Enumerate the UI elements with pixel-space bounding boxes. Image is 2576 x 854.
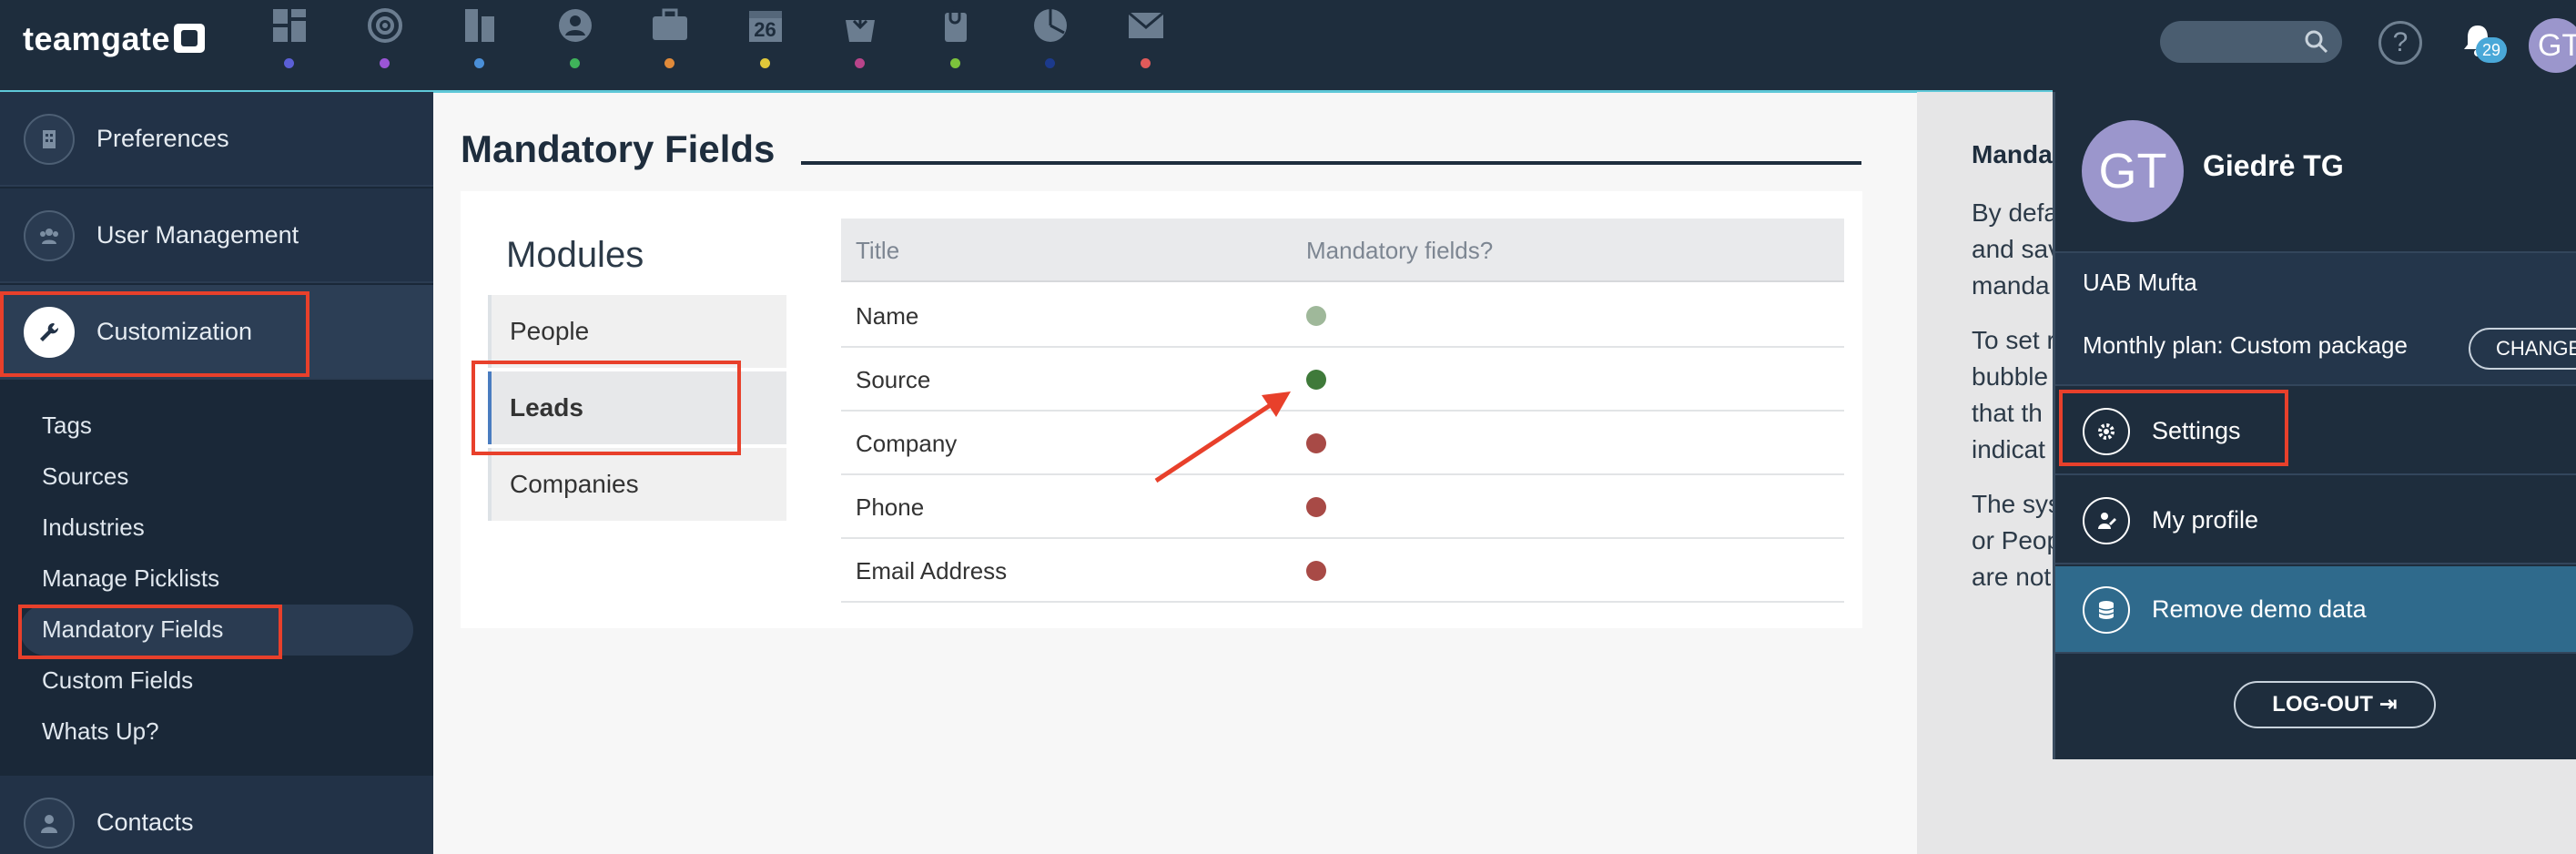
sidebar-item-preferences[interactable]: Preferences [0,92,433,187]
contacts-icon[interactable] [555,5,595,46]
info-title: Manda [1972,140,2053,168]
mandatory-toggle-dot[interactable] [1306,433,1326,453]
nav-indicator-dot [1045,58,1055,68]
nav-indicator-dot [569,58,580,68]
column-header-title: Title [856,237,900,264]
nav-indicator-dot [759,58,770,68]
sidebar-item-label: Contacts [96,808,194,836]
mandatory-toggle-dot[interactable] [1306,497,1326,517]
companies-icon[interactable] [460,5,500,46]
menu-item-label: Remove demo data [2152,595,2367,623]
menu-item-my-profile[interactable]: My profile [2055,477,2576,564]
sidebar-item-label: Preferences [96,125,229,152]
notification-count-badge: 29 [2476,37,2507,63]
table-row: Source [841,348,1844,412]
files-icon[interactable] [936,5,976,46]
email-icon[interactable] [1126,5,1166,46]
page-title: Mandatory Fields [461,127,776,170]
field-title: Company [856,430,958,457]
help-button[interactable]: ? [2378,21,2422,65]
title-underline [801,161,1861,165]
logout-button[interactable]: LOG-OUT ⇥ [2234,681,2436,728]
table-row: Company [841,412,1844,475]
dashboard-icon[interactable] [269,5,309,46]
sidebar-item-user-management[interactable]: User Management [0,188,433,283]
table-row: Email Address [841,539,1844,603]
nav-indicator-dot [949,58,960,68]
nav-indicator-dot [379,58,390,68]
fields-table-header: Title Mandatory fields? [841,219,1844,282]
plan-label: Monthly plan: Custom package [2083,331,2408,359]
highlight-mandatory-fields [18,605,282,659]
column-header-mandatory: Mandatory fields? [1306,237,1494,264]
nav-indicator-dot [474,58,484,68]
nav-indicator-dot [284,58,294,68]
mandatory-toggle-dot[interactable] [1306,561,1326,581]
subitem-custom-fields[interactable]: Custom Fields [42,666,193,695]
nav-indicator-dot [1140,58,1151,68]
field-title: Email Address [856,557,1008,585]
annotation-arrow [1154,391,1291,483]
company-name: UAB Mufta [2083,269,2197,296]
info-text-1: By defa and sav manda [1972,198,2062,300]
contact-icon [24,798,75,849]
subitem-industries[interactable]: Industries [42,513,145,542]
subitem-tags[interactable]: Tags [42,412,92,440]
mandatory-toggle-dot[interactable] [1306,306,1326,326]
logout-icon: ⇥ [2378,692,2398,717]
subitem-whats-up[interactable]: Whats Up? [42,717,159,746]
logo-badge-icon [174,24,206,53]
reports-icon[interactable] [1030,5,1070,46]
info-text-2: To set r bubble that th indicat [1972,326,2055,463]
table-row: Name [841,284,1844,348]
sidebar-item-contacts[interactable]: Contacts [0,776,433,854]
change-plan-button[interactable]: CHANGE [2469,328,2576,370]
nav-indicator-dot [664,58,674,68]
profile-icon [2083,497,2130,544]
subitem-manage-picklists[interactable]: Manage Picklists [42,564,219,593]
field-title: Source [856,366,931,393]
field-title: Phone [856,493,925,521]
users-icon [24,210,75,261]
calendar-icon[interactable]: 26 [745,5,786,46]
mandatory-toggle-dot[interactable] [1306,370,1326,390]
user-name: Giedrė TG [2203,149,2344,182]
logo-text: teamgate [23,20,171,57]
module-tab-companies[interactable]: Companies [488,448,786,521]
sidebar-item-label: User Management [96,221,299,249]
table-row: Phone [841,475,1844,539]
info-text-3: The sys or Peop are not [1972,490,2062,591]
search-input[interactable] [2160,21,2342,63]
deals-icon[interactable] [650,5,690,46]
module-tab-people[interactable]: People [488,295,786,368]
search-icon [2305,30,2328,54]
user-avatar-button[interactable]: GT [2529,18,2576,73]
logout-label: LOG-OUT [2272,692,2373,717]
building-icon [24,114,75,165]
highlight-customization [0,291,309,377]
menu-item-remove-demo-data[interactable]: Remove demo data [2055,566,2576,654]
nav-indicator-dot [855,58,865,68]
database-icon [2083,586,2130,634]
calendar-date-text: 26 [754,18,776,41]
inbox-icon[interactable] [840,5,880,46]
highlight-leads [472,361,741,455]
menu-item-label: My profile [2152,506,2259,534]
highlight-settings [2059,390,2288,466]
teamgate-logo[interactable]: teamgate [23,20,206,58]
field-title: Name [856,302,919,330]
subitem-sources[interactable]: Sources [42,463,128,491]
dropdown-avatar: GT [2082,120,2184,222]
modules-heading: Modules [506,235,644,275]
target-icon[interactable] [365,5,405,46]
